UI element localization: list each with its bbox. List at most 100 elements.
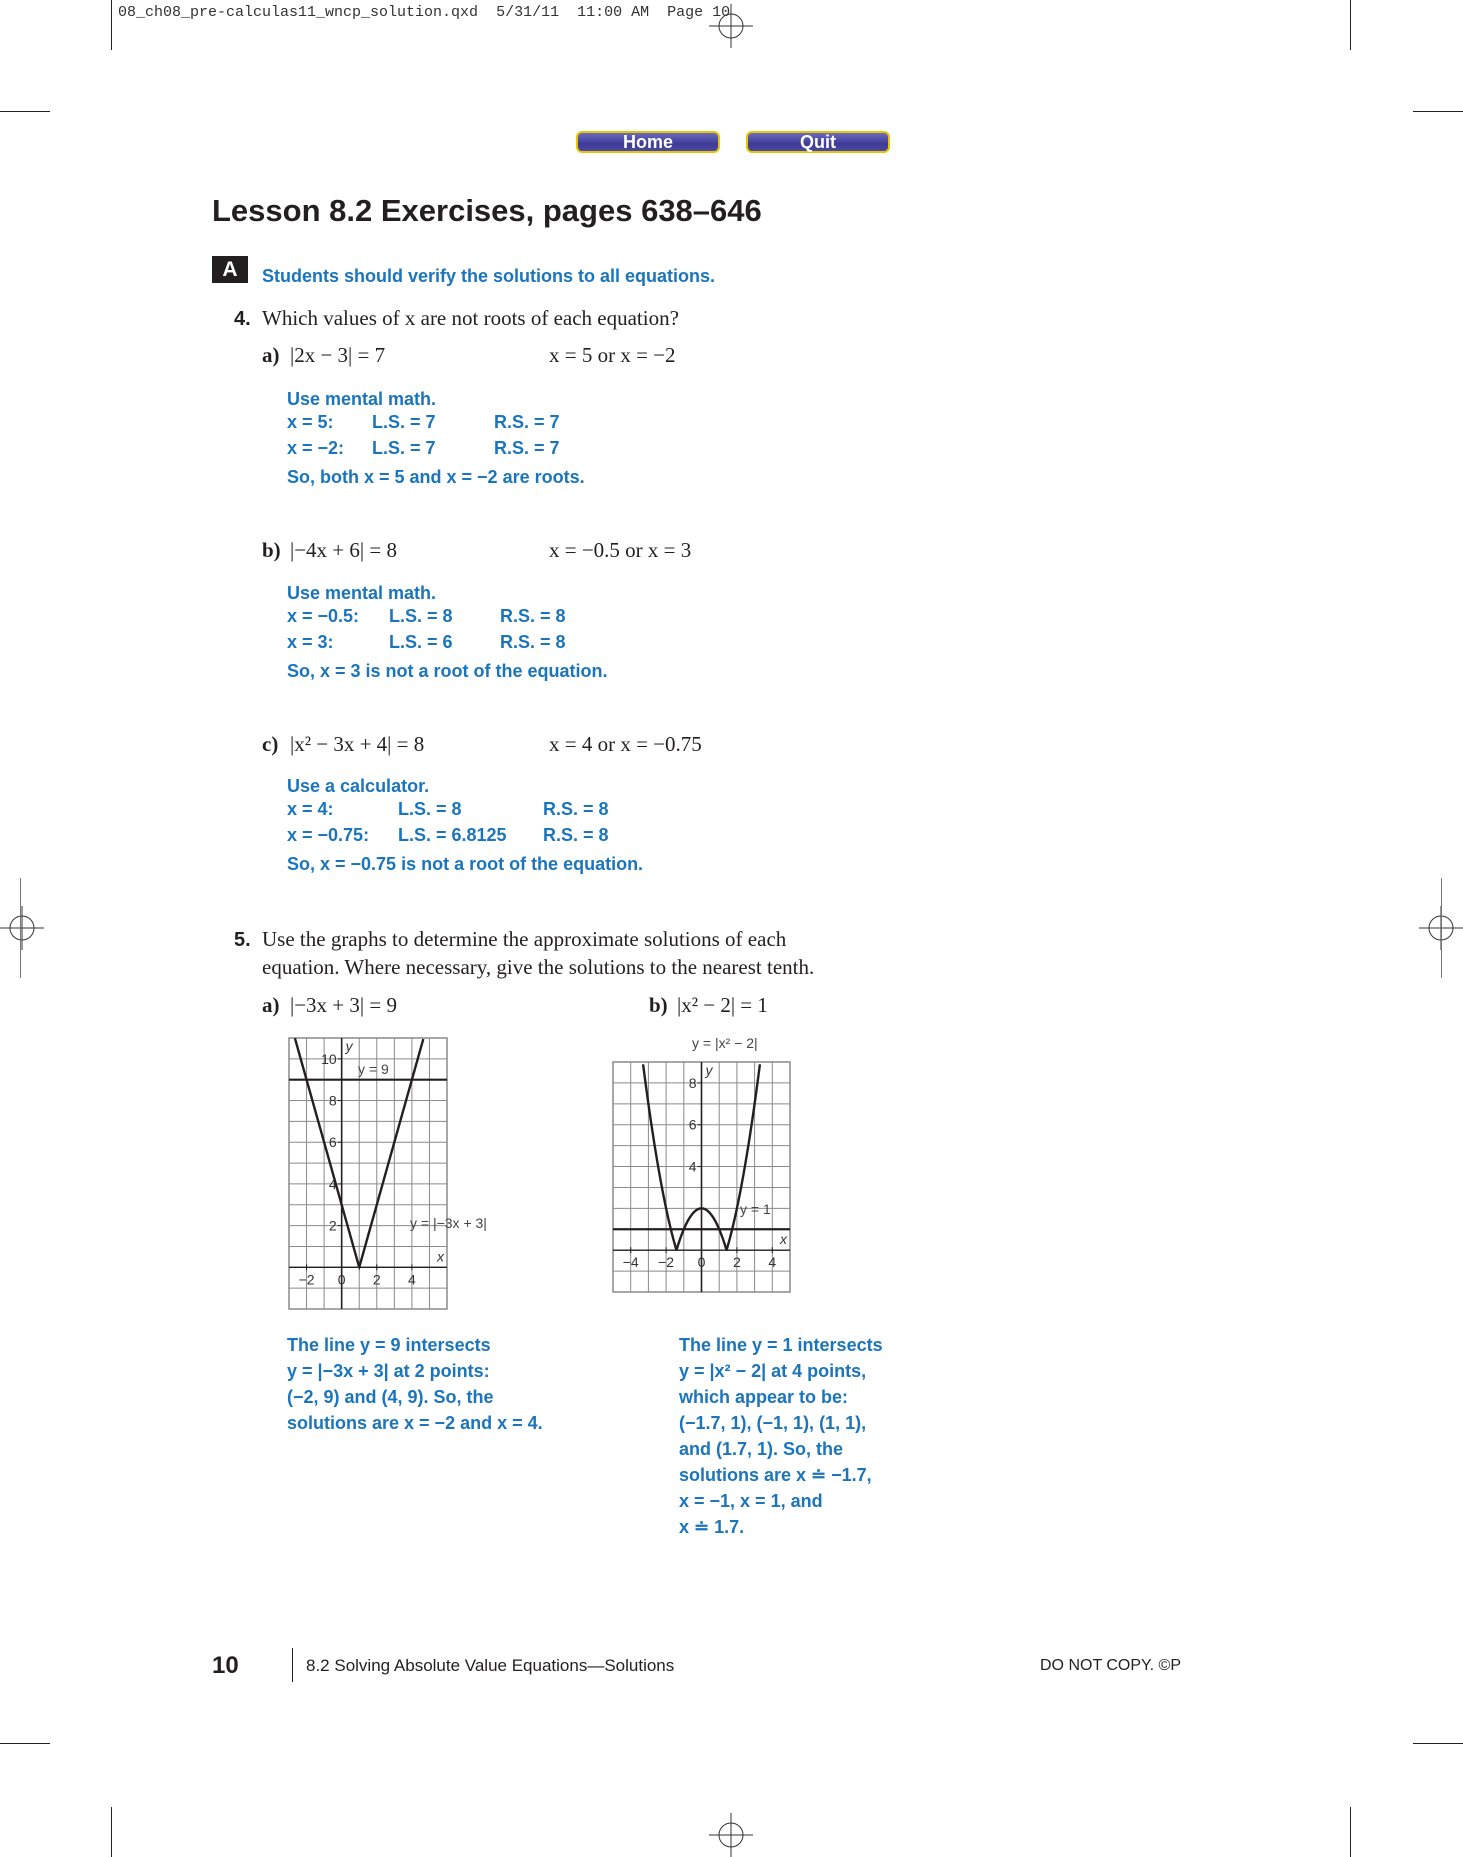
registration-mark-icon (709, 4, 753, 48)
answer-line: solutions are x = −2 and x = 4. (287, 1413, 543, 1433)
left-side: L.S. = 6 (389, 632, 453, 652)
part-label: b) (649, 993, 668, 1017)
footer-section-title: 8.2 Solving Absolute Value Equations—Sol… (306, 1656, 675, 1675)
x-tick-label: 2 (373, 1271, 381, 1287)
answer-line: y = |−3x + 3| at 2 points: (287, 1361, 490, 1381)
method: Use mental math. (287, 389, 437, 409)
answer-line: x = −1, x = 1, and (679, 1491, 823, 1511)
right-side: R.S. = 8 (500, 632, 566, 652)
y-tick-label: 10 (321, 1051, 337, 1067)
graph-a: −2 0 2 4246810xyy = 9y = |−3x + 3| (288, 1037, 487, 1310)
answer-line: solutions are x ≐ −1.7, (679, 1465, 872, 1485)
copyright-notice: DO NOT COPY. ©P (1040, 1657, 1182, 1674)
crop-mark (1413, 1743, 1463, 1744)
equation: |2x − 3| = 7 (290, 343, 386, 367)
graph-annotation: y = |x² − 2| (692, 1035, 758, 1051)
section-badge: A (212, 256, 248, 283)
graph-annotation: y = |−3x + 3| (410, 1215, 487, 1231)
x-axis-label: x (436, 1248, 445, 1264)
footer-divider (292, 1648, 293, 1682)
x-value: x = 4: (287, 799, 334, 819)
crop-mark (1441, 878, 1442, 978)
x-tick-label: −2 (658, 1254, 674, 1270)
part-label: c) (262, 732, 279, 756)
crop-mark (111, 1807, 112, 1857)
left-side: L.S. = 8 (398, 799, 462, 819)
answer-line: (−1.7, 1), (−1, 1), (1, 1), (679, 1413, 867, 1433)
method: Use a calculator. (287, 776, 430, 796)
answer-line: The line y = 1 intersects (679, 1335, 883, 1355)
question-prompt: Use the graphs to determine the approxim… (262, 927, 787, 951)
equation: |x² − 3x + 4| = 8 (290, 732, 425, 756)
quit-button[interactable]: Quit (746, 131, 890, 153)
answer-line: which appear to be: (679, 1387, 849, 1407)
conclusion: So, x = −0.75 is not a root of the equat… (287, 854, 644, 874)
conclusion: So, x = 3 is not a root of the equation. (287, 661, 608, 681)
method: Use mental math. (287, 583, 437, 603)
y-axis-label: y (345, 1038, 354, 1054)
file-slug: 08_ch08_pre-calculas11_wncp_solution.qxd… (118, 4, 731, 21)
y-axis-label: y (705, 1062, 714, 1078)
question-number: 5. (234, 929, 251, 951)
y-tick-label: 2 (329, 1218, 337, 1234)
crop-mark (111, 0, 112, 50)
y-tick-label: 8 (329, 1093, 337, 1109)
part-label: a) (262, 993, 280, 1017)
candidate-values: x = −0.5 or x = 3 (549, 538, 692, 562)
left-side: L.S. = 7 (372, 438, 436, 458)
page-number: 10 (212, 1652, 239, 1679)
equation: |x² − 2| = 1 (677, 993, 768, 1017)
graph-b: −4 −2 0 2 4 4 6 8 x y y = |x² − 2| y = 1 (612, 1035, 791, 1293)
answer-line: The line y = 9 intersects (287, 1335, 491, 1355)
right-side: R.S. = 7 (494, 438, 560, 458)
crop-mark (0, 1743, 50, 1744)
x-axis-label: x (779, 1231, 788, 1247)
crop-mark (20, 878, 21, 978)
equation: |−4x + 6| = 8 (290, 538, 397, 562)
x-value: x = −0.5: (287, 606, 360, 626)
x-value: x = 3: (287, 632, 334, 652)
part-label: a) (262, 343, 280, 367)
home-button[interactable]: Home (576, 131, 720, 153)
x-value: x = −0.75: (287, 825, 370, 845)
section-note: Students should verify the solutions to … (262, 266, 716, 286)
x-tick-label: 0 (698, 1254, 706, 1270)
left-side: L.S. = 8 (389, 606, 453, 626)
question-number: 4. (234, 308, 251, 330)
equation: |−3x + 3| = 9 (290, 993, 397, 1017)
right-side: R.S. = 7 (494, 412, 560, 432)
x-tick-label: −2 (299, 1271, 315, 1287)
left-side: L.S. = 6.8125 (398, 825, 507, 845)
answer-line: y = |x² − 2| at 4 points, (679, 1361, 867, 1381)
question-prompt: equation. Where necessary, give the solu… (262, 955, 815, 979)
x-tick-label: −4 (623, 1254, 639, 1270)
right-side: R.S. = 8 (543, 799, 609, 819)
left-side: L.S. = 7 (372, 412, 436, 432)
right-side: R.S. = 8 (500, 606, 566, 626)
x-tick-label: 4 (768, 1254, 776, 1270)
right-side: R.S. = 8 (543, 825, 609, 845)
question-prompt: Which values of x are not roots of each … (262, 306, 679, 330)
x-value: x = 5: (287, 412, 334, 432)
crop-mark (1413, 111, 1463, 112)
registration-mark-icon (709, 1813, 753, 1857)
registration-mark-icon (0, 906, 44, 950)
candidate-values: x = 5 or x = −2 (549, 343, 676, 367)
y-tick-label: 6 (329, 1134, 337, 1150)
graph-annotation: y = 9 (358, 1061, 389, 1077)
crop-mark (1350, 0, 1351, 50)
candidate-values: x = 4 or x = −0.75 (549, 732, 702, 756)
crop-mark (1350, 1807, 1351, 1857)
y-tick-label: 8 (689, 1075, 697, 1091)
x-tick-label: 0 (338, 1271, 346, 1287)
x-value: x = −2: (287, 438, 345, 458)
answer-line: (−2, 9) and (4, 9). So, the (287, 1387, 494, 1407)
x-tick-label: 4 (408, 1271, 416, 1287)
part-label: b) (262, 538, 281, 562)
crop-mark (0, 111, 50, 112)
x-tick-label: 2 (733, 1254, 741, 1270)
answer-line: x ≐ 1.7. (679, 1517, 745, 1537)
page-title: Lesson 8.2 Exercises, pages 638–646 (212, 193, 762, 228)
y-tick-label: 4 (689, 1159, 697, 1175)
y-tick-label: 6 (689, 1117, 697, 1133)
